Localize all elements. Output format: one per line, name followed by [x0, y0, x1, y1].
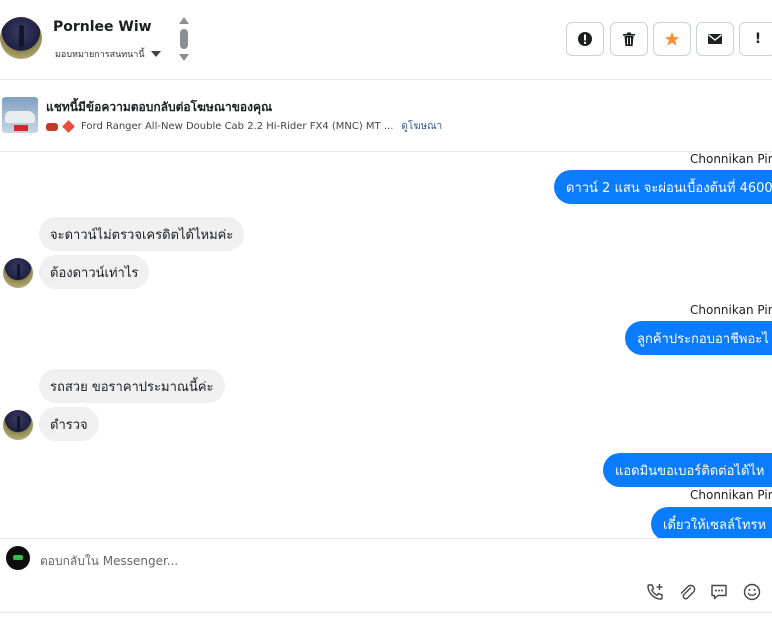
emoji-button[interactable] [742, 582, 762, 602]
arrow-up-icon[interactable] [179, 17, 189, 24]
conversation-header: Pornlee Wiw มอบหมายการสนทนานี้ ! [0, 0, 772, 80]
page-avatar [6, 546, 30, 570]
star-button[interactable] [653, 22, 691, 56]
saved-reply-icon [711, 584, 727, 600]
outgoing-message[interactable]: ดาวน์ 2 แสน จะผ่อนเบื้องต้นที่ 4600 [554, 170, 772, 204]
saved-reply-button[interactable] [709, 582, 729, 602]
star-icon [664, 32, 680, 46]
ad-subtitle-row: Ford Ranger All-New Double Cab 2.2 Hi-Ri… [46, 119, 442, 134]
arrow-down-icon[interactable] [179, 54, 189, 61]
chevron-down-icon [150, 51, 161, 57]
message-thread[interactable]: Chonnikan Pim ดาวน์ 2 แสน จะผ่อนเบื้องต้… [0, 152, 772, 538]
phone-add-icon [647, 584, 663, 600]
car-emoji-icon [46, 122, 58, 131]
ad-title: แชทนี้มีข้อความตอบกลับต่อโฆษณาของคุณ [46, 100, 273, 114]
contact-name[interactable]: Pornlee Wiw [53, 19, 152, 35]
incoming-message[interactable]: ต้องดาวน์เท่าไร [39, 255, 150, 289]
view-ad-link[interactable]: ดูโฆษณา [401, 119, 442, 134]
mark-unread-button[interactable] [696, 22, 734, 56]
sender-label: Chonnikan Pim [690, 152, 772, 166]
ad-thumbnail[interactable] [2, 97, 38, 133]
incoming-message[interactable]: ตำรวจ [39, 407, 99, 441]
outgoing-message[interactable]: เดี๋ยวให้เซลล์โทรห [651, 507, 772, 538]
outgoing-message[interactable]: ลูกค้าประกอบอาชีพอะไ [625, 321, 772, 355]
ad-subtitle: Ford Ranger All-New Double Cab 2.2 Hi-Ri… [81, 121, 394, 132]
flower-emoji-icon [62, 120, 75, 133]
conversation-stepper[interactable] [177, 17, 191, 63]
outgoing-message[interactable]: แอดมินขอเบอร์ติดต่อได้ไห [603, 453, 772, 487]
attachment-icon [680, 584, 696, 600]
emoji-icon [743, 583, 761, 601]
contact-avatar[interactable] [0, 17, 42, 59]
alert-icon: ! [754, 31, 762, 47]
mail-icon [708, 34, 722, 44]
report-icon [578, 32, 592, 46]
incoming-message[interactable]: รถสวย ขอราคาประมาณนี้ค่ะ [39, 369, 225, 403]
sender-label: Chonnikan Pim [690, 303, 772, 317]
reply-input[interactable] [40, 550, 640, 572]
trash-icon [623, 32, 635, 46]
contact-avatar-small [3, 258, 33, 288]
incoming-message[interactable]: จะดาวน์ไม่ตรวจเครดิตได้ไหมค่ะ [39, 217, 245, 251]
phone-add-button[interactable] [645, 582, 665, 602]
contact-avatar-small [3, 410, 33, 440]
spam-button[interactable]: ! [739, 22, 772, 56]
attach-button[interactable] [677, 582, 697, 602]
assign-conversation-dropdown[interactable]: มอบหมายการสนทนานี้ [55, 47, 161, 61]
report-button[interactable] [566, 22, 604, 56]
stepper-handle [180, 29, 188, 49]
assign-label: มอบหมายการสนทนานี้ [55, 50, 145, 60]
sender-label: Chonnikan Pim [690, 488, 772, 502]
delete-button[interactable] [610, 22, 648, 56]
